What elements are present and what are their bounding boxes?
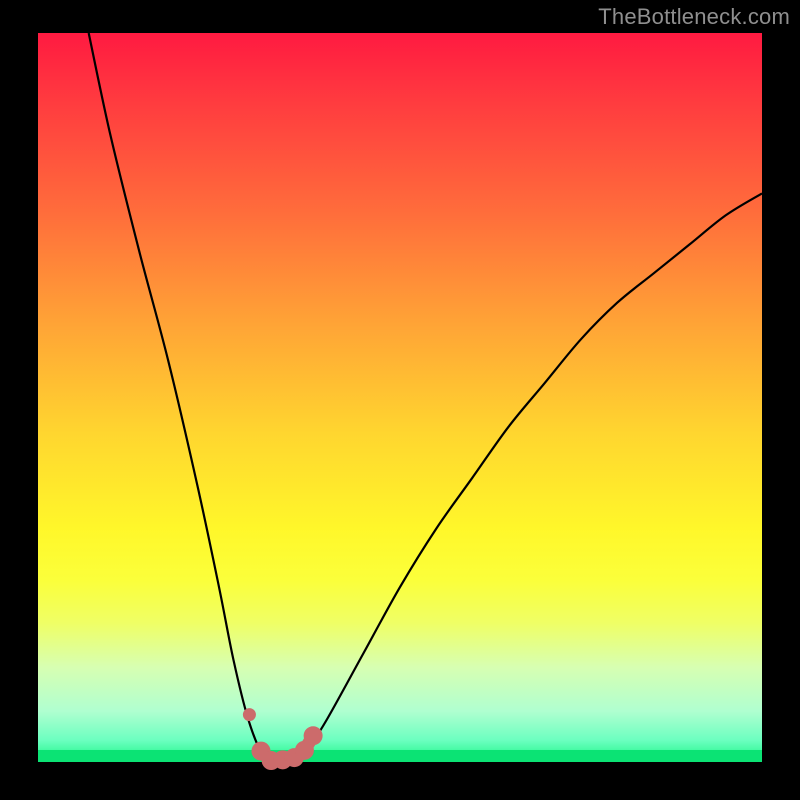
- plot-area: [38, 33, 762, 762]
- watermark-label: TheBottleneck.com: [598, 4, 790, 30]
- bottleneck-curve-path: [89, 33, 762, 763]
- chart-frame: TheBottleneck.com: [0, 0, 800, 800]
- necklace-bead: [243, 708, 256, 721]
- bottleneck-curve-svg: [38, 33, 762, 762]
- necklace-bead: [304, 726, 323, 745]
